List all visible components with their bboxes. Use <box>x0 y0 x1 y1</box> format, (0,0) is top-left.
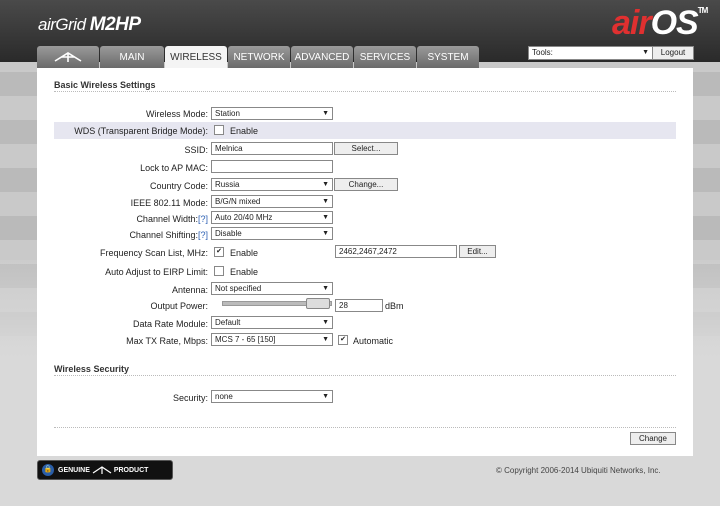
country-change-button[interactable]: Change... <box>334 178 398 191</box>
max-tx-rate-select[interactable]: MCS 7 - 65 [150] ▼ <box>211 333 333 346</box>
tab-advanced[interactable]: ADVANCED <box>291 46 353 68</box>
max-tx-rate-label: Max TX Rate, Mbps: <box>126 336 208 346</box>
section-title-security: Wireless Security <box>54 364 129 374</box>
ubiquiti-logo-icon <box>92 466 112 474</box>
ssid-input[interactable]: Melnica <box>211 142 333 155</box>
chevron-down-icon: ▼ <box>322 393 329 400</box>
chevron-down-icon: ▼ <box>322 285 329 292</box>
country-code-label: Country Code: <box>149 181 208 191</box>
tab-system[interactable]: SYSTEM <box>417 46 479 68</box>
antenna-label: Antenna: <box>171 285 208 295</box>
tab-services[interactable]: SERVICES <box>354 46 416 68</box>
channel-shifting-select[interactable]: Disable ▼ <box>211 227 333 240</box>
main-tabs: MAIN WIRELESS NETWORK ADVANCED SERVICES … <box>37 46 480 68</box>
device-logo: airGrid M2HP <box>38 14 141 35</box>
output-power-label: Output Power: <box>150 301 208 311</box>
tab-network[interactable]: NETWORK <box>228 46 290 68</box>
change-button[interactable]: Change <box>630 432 676 445</box>
output-power-input[interactable]: 28 <box>335 299 383 312</box>
logout-button[interactable]: Logout <box>652 46 694 60</box>
max-tx-auto-label: Automatic <box>353 336 394 346</box>
data-rate-module-label: Data Rate Module: <box>132 319 208 329</box>
data-rate-module-select[interactable]: Default ▼ <box>211 316 333 329</box>
wireless-mode-select[interactable]: Station ▼ <box>211 107 333 120</box>
eirp-label: Auto Adjust to EIRP Limit: <box>105 267 208 277</box>
security-select[interactable]: none ▼ <box>211 390 333 403</box>
frequency-scan-enable-label: Enable <box>230 248 259 258</box>
footer-divider <box>54 427 676 428</box>
lock-ap-mac-label: Lock to AP MAC: <box>140 163 208 173</box>
chevron-down-icon: ▼ <box>322 198 329 205</box>
ubiquiti-logo-icon <box>54 52 82 62</box>
chevron-down-icon: ▼ <box>322 336 329 343</box>
section-title-basic: Basic Wireless Settings <box>54 80 156 90</box>
tab-wireless[interactable]: WIRELESS <box>165 46 227 68</box>
ieee-mode-select[interactable]: B/G/N mixed ▼ <box>211 195 333 208</box>
ieee-mode-label: IEEE 802.11 Mode: <box>130 198 208 208</box>
wireless-mode-label: Wireless Mode: <box>145 109 208 119</box>
tools-dropdown[interactable]: Tools: ▼ <box>528 46 653 60</box>
frequency-scan-input[interactable]: 2462,2467,2472 <box>335 245 457 258</box>
output-power-unit: dBm <box>385 301 404 311</box>
max-tx-auto-checkbox[interactable]: ✔ <box>338 335 348 345</box>
chevron-down-icon: ▼ <box>642 49 649 56</box>
antenna-select[interactable]: Not specified ▼ <box>211 282 333 295</box>
wds-checkbox[interactable] <box>214 125 224 135</box>
section-divider <box>54 91 676 92</box>
frequency-scan-checkbox[interactable]: ✔ <box>214 247 224 257</box>
lock-ap-mac-input[interactable] <box>211 160 333 173</box>
output-power-slider-handle[interactable] <box>306 298 330 309</box>
ssid-label: SSID: <box>184 145 208 155</box>
frequency-scan-edit-button[interactable]: Edit... <box>459 245 496 258</box>
lock-icon: 🔒 <box>42 464 54 476</box>
wds-enable-label: Enable <box>230 126 259 136</box>
channel-shifting-label: Channel Shifting:[?] <box>129 230 208 240</box>
chevron-down-icon: ▼ <box>322 214 329 221</box>
chevron-down-icon: ▼ <box>322 110 329 117</box>
channel-width-label: Channel Width:[?] <box>136 214 208 224</box>
channel-width-help-link[interactable]: [?] <box>198 214 208 224</box>
tab-ubnt-logo[interactable] <box>37 46 99 68</box>
eirp-checkbox[interactable] <box>214 266 224 276</box>
ssid-select-button[interactable]: Select... <box>334 142 398 155</box>
channel-shifting-help-link[interactable]: [?] <box>198 230 208 240</box>
chevron-down-icon: ▼ <box>322 319 329 326</box>
channel-width-select[interactable]: Auto 20/40 MHz ▼ <box>211 211 333 224</box>
wds-label: WDS (Transparent Bridge Mode): <box>74 126 208 136</box>
security-label: Security: <box>172 393 208 403</box>
chevron-down-icon: ▼ <box>322 181 329 188</box>
copyright-text: © Copyright 2006-2014 Ubiquiti Networks,… <box>496 466 661 475</box>
eirp-enable-label: Enable <box>230 267 259 277</box>
chevron-down-icon: ▼ <box>322 230 329 237</box>
country-code-select[interactable]: Russia ▼ <box>211 178 333 191</box>
tab-main[interactable]: MAIN <box>100 46 164 68</box>
frequency-scan-label: Frequency Scan List, MHz: <box>99 248 208 258</box>
genuine-product-badge: 🔒 GENUINE PRODUCT <box>37 460 173 480</box>
airos-logo: airOSTM <box>612 4 708 42</box>
section-divider <box>54 375 676 376</box>
